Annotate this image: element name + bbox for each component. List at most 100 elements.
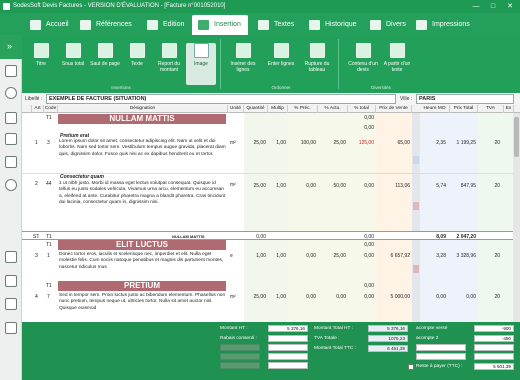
contenu-devis-button[interactable]: Contenu d'un devis (348, 43, 378, 85)
table-row[interactable]: 1 3 Pretium erat Lorem ipsum dolor sit a… (22, 133, 520, 173)
header-prec[interactable]: % Préc. (288, 105, 318, 113)
header-total[interactable]: % total (348, 105, 376, 113)
tab-references[interactable]: Références (74, 15, 136, 35)
header-prix-total[interactable]: Prix Total (450, 105, 478, 113)
pv-cell[interactable]: 113,06 (376, 183, 410, 189)
qty-cell[interactable]: 25,00 (244, 183, 266, 189)
extra-field[interactable] (220, 353, 260, 360)
header-designation[interactable]: Désignation (58, 105, 228, 113)
acompte-verse-value[interactable]: -900 (474, 325, 514, 332)
calculator-icon[interactable] (5, 275, 17, 287)
table-row[interactable]: 0,00 (22, 124, 520, 132)
tva-cell[interactable]: 20 (478, 294, 500, 300)
tab-textes[interactable]: Textes (252, 15, 302, 35)
refresh-icon[interactable] (5, 87, 17, 99)
vertical-scrollbar[interactable] (513, 113, 520, 322)
extra-field[interactable] (416, 344, 466, 351)
rabais-field[interactable] (268, 335, 308, 342)
extra-field[interactable] (268, 353, 308, 360)
close-button[interactable]: ✕ (502, 0, 518, 13)
mult-cell[interactable]: 1,00 (268, 294, 286, 300)
header-quantite[interactable]: Quantité (244, 105, 268, 113)
extra-field[interactable] (474, 353, 514, 360)
header-ex[interactable]: Ex (504, 105, 514, 113)
tva-cell[interactable]: 20 (478, 253, 500, 259)
ville-field[interactable]: PARIS (416, 94, 514, 104)
saut-de-page-button[interactable]: Saut de page (90, 43, 120, 85)
tva-cell[interactable]: 20 (478, 140, 500, 146)
designation-text[interactable]: Lorem ipsum dolor sit amet, consectetur … (59, 139, 227, 158)
print-icon[interactable] (5, 133, 17, 145)
attachment-icon[interactable] (413, 156, 419, 164)
pv-cell[interactable]: 5 000,00 (376, 294, 410, 300)
mult-cell[interactable]: 1,00 (268, 253, 286, 259)
partir-texte-button[interactable]: A partir d'un texte (382, 43, 412, 85)
report-montant-button[interactable]: Report du montant (154, 43, 184, 85)
actu-cell[interactable]: 0,00 (318, 294, 346, 300)
table-row[interactable]: 2 44 Consectetur quam 1 ut nibh justo. M… (22, 173, 520, 223)
prec-cell[interactable]: 0,00 (288, 294, 316, 300)
redo-icon[interactable] (5, 227, 17, 239)
extra-field[interactable] (416, 353, 466, 360)
header-code[interactable]: Code (44, 105, 58, 113)
header-heure-mo[interactable]: Heure MO (420, 105, 450, 113)
acompte2-value[interactable]: -450 (474, 335, 514, 342)
actu-cell[interactable]: 50,00 (318, 183, 346, 189)
actu-cell[interactable]: 25,00 (318, 253, 346, 259)
table-row[interactable]: 4 7 Sed in tempor sem. Proin luctus just… (22, 292, 520, 322)
settings-icon[interactable] (5, 156, 17, 168)
image-button[interactable]: Image (186, 43, 216, 85)
tab-accueil[interactable]: Accueil (24, 15, 74, 35)
document-icon[interactable] (5, 112, 17, 124)
sidebar-expand[interactable]: » (0, 35, 22, 59)
list-icon[interactable] (5, 298, 17, 310)
cart-icon[interactable] (5, 322, 17, 334)
minimize-button[interactable]: — (468, 0, 484, 13)
extra-field[interactable] (220, 344, 260, 351)
qty-cell[interactable]: 25,00 (244, 140, 266, 146)
tools-icon[interactable] (5, 179, 17, 191)
mult-cell[interactable]: 1,00 (268, 140, 286, 146)
header-art[interactable]: Art (32, 105, 44, 113)
qty-cell[interactable]: 1,00 (244, 253, 266, 259)
tva-cell[interactable]: 20 (478, 183, 500, 189)
table-row[interactable]: 3 1 Donec tortor eros, iaculis et sceler… (22, 251, 520, 279)
designation-text[interactable]: Sed in tempor sem. Proin luctus justo ac… (59, 293, 227, 312)
undo-icon[interactable] (5, 204, 17, 216)
designation-text[interactable]: 1 ut nibh justo. Morbi id massa eget lec… (59, 181, 227, 206)
subtotal-row[interactable]: ST T1 NULLAM MATTIS 0,00 0,00 8,09 2 047… (22, 231, 520, 240)
attachment-icon[interactable] (413, 265, 419, 273)
extra-field[interactable] (268, 344, 308, 351)
prec-cell[interactable]: 100,00 (288, 140, 316, 146)
sous-total-button[interactable]: Sous total (58, 43, 88, 85)
tab-insertion[interactable]: Insertion (192, 15, 248, 35)
qty-cell[interactable]: 25,00 (244, 294, 266, 300)
header-multip[interactable]: Multip (268, 105, 288, 113)
scrollbar-thumb[interactable] (514, 117, 519, 157)
header-unite[interactable]: Unité (228, 105, 244, 113)
tab-historique[interactable]: Historique (303, 15, 363, 35)
titre-button[interactable]: Titre (26, 43, 56, 85)
enter-lignes-button[interactable]: Enter lignes (266, 43, 296, 85)
prec-cell[interactable]: 0,00 (288, 253, 316, 259)
inserer-lignes-button[interactable]: Insérer des lignes (228, 43, 258, 85)
extra-field[interactable] (220, 362, 260, 369)
rupture-tableau-button[interactable]: Rupture du tableau (302, 43, 332, 85)
package-icon[interactable] (5, 251, 17, 263)
save-icon[interactable] (5, 65, 17, 77)
texte-button[interactable]: Texte (122, 43, 152, 85)
header-prix-vente[interactable]: Prix de Vente (376, 105, 412, 113)
actu-cell[interactable]: 25,00 (318, 140, 346, 146)
pv-cell[interactable]: 6 657,92 (376, 253, 410, 259)
header-actu[interactable]: % Actu. (318, 105, 348, 113)
header-tva[interactable]: TVA (478, 105, 504, 113)
designation-text[interactable]: Donec tortor eros, iaculis et scelerisqu… (59, 252, 227, 271)
tab-impressions[interactable]: Impressions (410, 15, 476, 35)
pv-cell[interactable]: 65,00 (376, 140, 410, 146)
extra-field[interactable] (268, 362, 308, 369)
attachment-icon[interactable] (413, 202, 419, 210)
tab-edition[interactable]: Edition (141, 15, 191, 35)
extra-field[interactable] (474, 344, 514, 351)
prec-cell[interactable]: 0,00 (288, 183, 316, 189)
tab-divers[interactable]: Divers (364, 15, 408, 35)
